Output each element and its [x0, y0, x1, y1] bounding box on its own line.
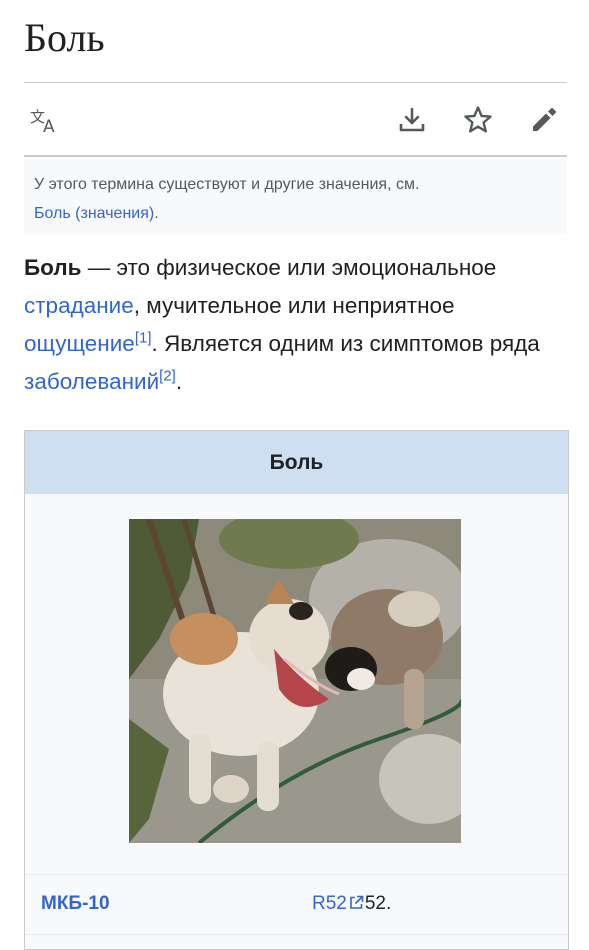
- icd10-code: R52: [312, 893, 347, 914]
- lead-text-2: , мучительное или неприятное: [133, 293, 455, 318]
- watch-star-button[interactable]: [458, 100, 498, 140]
- lead-text-1: — это физическое или эмоциональное: [81, 255, 497, 280]
- reference-link-1[interactable]: [1]: [135, 330, 152, 347]
- link-stradanie[interactable]: страдание: [24, 293, 134, 318]
- reference-1: [1]: [135, 330, 152, 347]
- edit-button[interactable]: [524, 100, 564, 140]
- language-icon: 文 A: [30, 108, 55, 134]
- reference-2: [2]: [159, 368, 176, 385]
- download-button[interactable]: [392, 100, 432, 140]
- download-icon: [399, 107, 425, 132]
- infobox-header: Боль: [25, 431, 568, 494]
- svg-text:A: A: [43, 117, 55, 134]
- page-title: Боль: [24, 15, 105, 60]
- disambiguation-hatnote: У этого термина существуют и другие знач…: [24, 157, 567, 234]
- external-link-icon: [350, 895, 364, 909]
- icd10-value: R52 52.: [312, 893, 391, 915]
- infobox-row-icd10: МКБ-10 R52 52.: [25, 874, 568, 934]
- lead-term: Боль: [24, 255, 82, 280]
- icd10-code-link[interactable]: R52: [312, 893, 365, 914]
- reference-link-2[interactable]: [2]: [159, 368, 176, 385]
- title-divider: [24, 82, 567, 83]
- hatnote-end: .: [154, 205, 159, 222]
- page-actions-toolbar: 文 A: [24, 96, 567, 146]
- link-zabolevaniy[interactable]: заболеваний: [24, 369, 159, 394]
- lead-paragraph: Боль — это физическое или эмоциональное …: [24, 249, 569, 401]
- edit-pencil-icon: [533, 108, 556, 131]
- star-icon: [464, 106, 492, 133]
- lead-text-3: . Является одним из симптомов ряда: [151, 331, 540, 356]
- lead-text-4: .: [175, 369, 183, 394]
- infobox: Боль МКБ-10 R52 52.: [24, 430, 569, 950]
- link-oshchushchenie[interactable]: ощущение: [24, 331, 135, 356]
- hatnote-text: У этого термина существуют и другие знач…: [34, 176, 420, 193]
- icd10-suffix: 52.: [364, 893, 392, 914]
- infobox-image[interactable]: [129, 519, 461, 843]
- article-page: Боль 文 A У этого термина существуют и др…: [0, 0, 589, 950]
- hatnote-link[interactable]: Боль (значения): [34, 205, 154, 222]
- infobox-bottom-divider: [25, 934, 568, 935]
- dogs-photo: [129, 519, 461, 843]
- language-button[interactable]: 文 A: [26, 100, 66, 140]
- icd10-label-link[interactable]: МКБ-10: [41, 893, 110, 915]
